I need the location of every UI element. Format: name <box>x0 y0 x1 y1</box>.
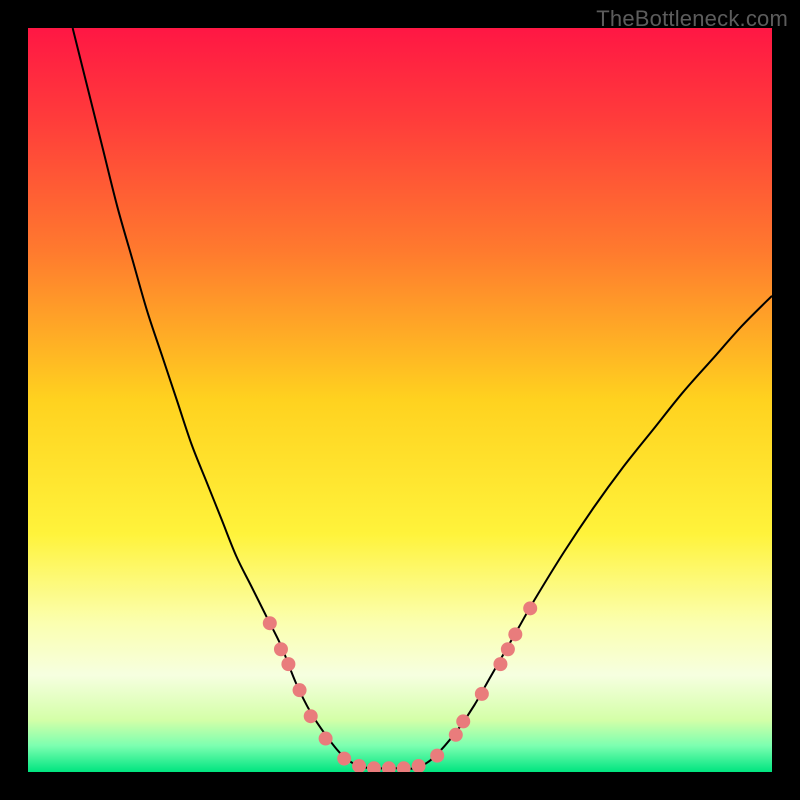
highlight-point <box>501 642 515 656</box>
highlight-point <box>293 683 307 697</box>
highlight-point <box>493 657 507 671</box>
highlight-point <box>523 601 537 615</box>
highlight-point <box>475 687 489 701</box>
highlight-point <box>430 749 444 763</box>
gradient-background <box>28 28 772 772</box>
highlight-point <box>263 616 277 630</box>
highlight-point <box>304 709 318 723</box>
highlight-point <box>274 642 288 656</box>
chart-svg <box>28 28 772 772</box>
watermark-text: TheBottleneck.com <box>596 6 788 32</box>
highlight-point <box>319 732 333 746</box>
chart-frame: TheBottleneck.com <box>0 0 800 800</box>
highlight-point <box>456 714 470 728</box>
highlight-point <box>281 657 295 671</box>
highlight-point <box>449 728 463 742</box>
highlight-point <box>508 627 522 641</box>
highlight-point <box>337 752 351 766</box>
plot-area <box>28 28 772 772</box>
